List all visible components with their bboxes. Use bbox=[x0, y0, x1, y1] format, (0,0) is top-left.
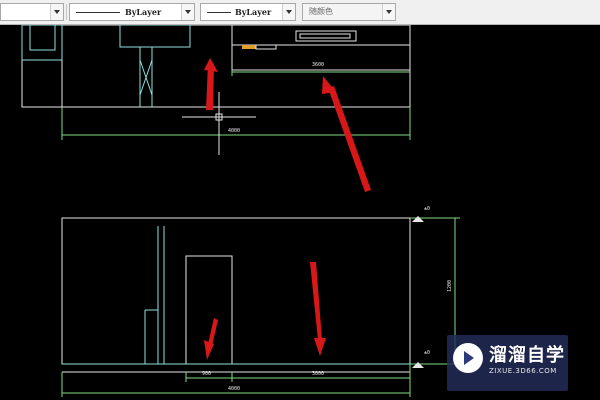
lower-dim-height-text: 1200 bbox=[447, 279, 454, 293]
play-logo-icon bbox=[453, 343, 483, 373]
elevation-top-text: ±0 bbox=[424, 206, 431, 212]
elevation-outline bbox=[61, 217, 411, 365]
upper-dim-total-text: 4000 bbox=[228, 128, 241, 134]
orange-marker bbox=[242, 45, 256, 49]
upper-plan-outline bbox=[21, 25, 411, 108]
upper-plan bbox=[21, 25, 411, 108]
stair-block bbox=[119, 25, 191, 48]
watermark-title: 溜溜自学 bbox=[489, 345, 565, 366]
elevation-marker-bottom bbox=[412, 362, 424, 368]
layer-dropdown[interactable] bbox=[0, 3, 64, 21]
red-arrow-up-head bbox=[204, 58, 218, 72]
lower-cyan-details bbox=[62, 226, 410, 365]
lower-dim-total-text: 4000 bbox=[228, 386, 241, 392]
watermark-url: ZIXUE.3D66.COM bbox=[489, 367, 557, 375]
elevation-marker-top bbox=[412, 216, 424, 222]
upper-cyan-details bbox=[21, 25, 191, 107]
red-arrow-diagonal bbox=[328, 86, 371, 192]
linetype-value: ByLayer bbox=[125, 7, 162, 17]
linetype-preview bbox=[76, 12, 120, 13]
elevation-markers bbox=[412, 216, 424, 368]
cabinet-inner bbox=[299, 33, 351, 39]
cabinet-outline bbox=[295, 30, 357, 42]
lower-elevation bbox=[61, 217, 411, 373]
crosshair-cursor bbox=[182, 92, 256, 155]
lower-dim-right-text: 3000 bbox=[312, 371, 325, 377]
red-arrow-down-left bbox=[208, 318, 218, 346]
door-frame bbox=[21, 25, 63, 61]
properties-toolbar: ByLayer ByLayer 随颜色 bbox=[0, 0, 600, 25]
lower-dimensions bbox=[61, 217, 460, 397]
chevron-down-icon[interactable] bbox=[282, 4, 295, 20]
lineweight-preview bbox=[207, 12, 231, 13]
lower-dim-left-text: 900 bbox=[202, 371, 212, 377]
lineweight-dropdown[interactable]: ByLayer bbox=[200, 3, 296, 21]
red-arrow-diagonal-head bbox=[322, 76, 336, 94]
chevron-down-icon[interactable] bbox=[50, 4, 63, 20]
linetype-dropdown[interactable]: ByLayer bbox=[69, 3, 195, 21]
chevron-down-icon[interactable] bbox=[382, 4, 395, 20]
red-arrows bbox=[204, 58, 371, 360]
elevation-bottom-text: ±0 bbox=[424, 350, 431, 356]
chevron-down-icon[interactable] bbox=[181, 4, 194, 20]
lineweight-value: ByLayer bbox=[235, 7, 272, 17]
red-arrow-down bbox=[310, 262, 322, 340]
color-value: 随颜色 bbox=[309, 7, 333, 16]
color-dropdown[interactable]: 随颜色 bbox=[302, 3, 396, 21]
red-arrow-down-head bbox=[314, 338, 326, 356]
upper-dim-inner-text: 3600 bbox=[312, 62, 325, 68]
watermark: 溜溜自学 ZIXUE.3D66.COM bbox=[447, 335, 568, 391]
marker-box bbox=[255, 44, 277, 50]
toolbar-separator bbox=[66, 4, 67, 20]
door-jamb bbox=[29, 25, 56, 51]
